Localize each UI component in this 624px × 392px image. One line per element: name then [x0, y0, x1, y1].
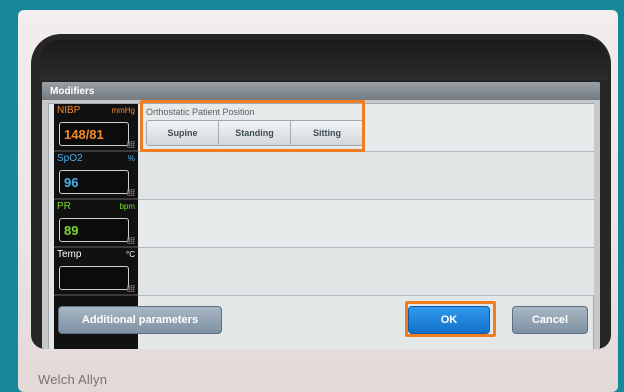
orthostatic-label: Orthostatic Patient Position [146, 107, 255, 117]
keypad-icon [127, 285, 135, 292]
temp-unit: °C [126, 250, 135, 259]
temp-value[interactable] [59, 266, 129, 290]
nibp-value[interactable]: 148/81 [59, 122, 129, 146]
vital-temp[interactable]: Temp °C [54, 248, 138, 296]
pr-unit: bpm [119, 202, 135, 211]
vital-nibp[interactable]: NIBP mmHg 148/81 [54, 104, 138, 152]
pr-label: PR [57, 201, 71, 212]
screen-top-area [40, 40, 607, 80]
supine-button[interactable]: Supine [147, 121, 219, 145]
dialog-button-bar: Additional parameters OK Cancel [42, 301, 600, 349]
standing-button[interactable]: Standing [219, 121, 291, 145]
modifier-row-orthostatic: Orthostatic Patient Position Supine Stan… [138, 104, 594, 152]
orthostatic-position-selector: Supine Standing Sitting [146, 120, 364, 146]
nibp-label: NIBP [57, 105, 81, 116]
vital-pr[interactable]: PR bpm 89 [54, 200, 138, 248]
cancel-button[interactable]: Cancel [512, 306, 588, 334]
ok-button[interactable]: OK [408, 306, 490, 334]
keypad-icon [127, 189, 135, 196]
pr-value[interactable]: 89 [59, 218, 129, 242]
additional-parameters-button[interactable]: Additional parameters [58, 306, 222, 334]
keypad-icon [127, 141, 135, 148]
vital-spo2[interactable]: SpO2 % 96 [54, 152, 138, 200]
temp-label: Temp [57, 249, 82, 260]
spo2-unit: % [127, 154, 135, 163]
modifiers-dialog: Modifiers NIBP mmHg 148/81 SpO2 % 96 PR … [42, 82, 600, 349]
modifier-row-pr [138, 200, 594, 248]
sitting-button[interactable]: Sitting [291, 121, 363, 145]
keypad-icon [127, 237, 135, 244]
brand-logo: Welch Allyn [38, 372, 108, 387]
modifier-rows: Orthostatic Patient Position Supine Stan… [138, 104, 594, 296]
modifier-row-spo2 [138, 152, 594, 200]
spo2-label: SpO2 [57, 153, 83, 164]
modifier-row-temp [138, 248, 594, 296]
nibp-unit: mmHg [111, 106, 135, 115]
dialog-title: Modifiers [42, 82, 600, 100]
spo2-value[interactable]: 96 [59, 170, 129, 194]
